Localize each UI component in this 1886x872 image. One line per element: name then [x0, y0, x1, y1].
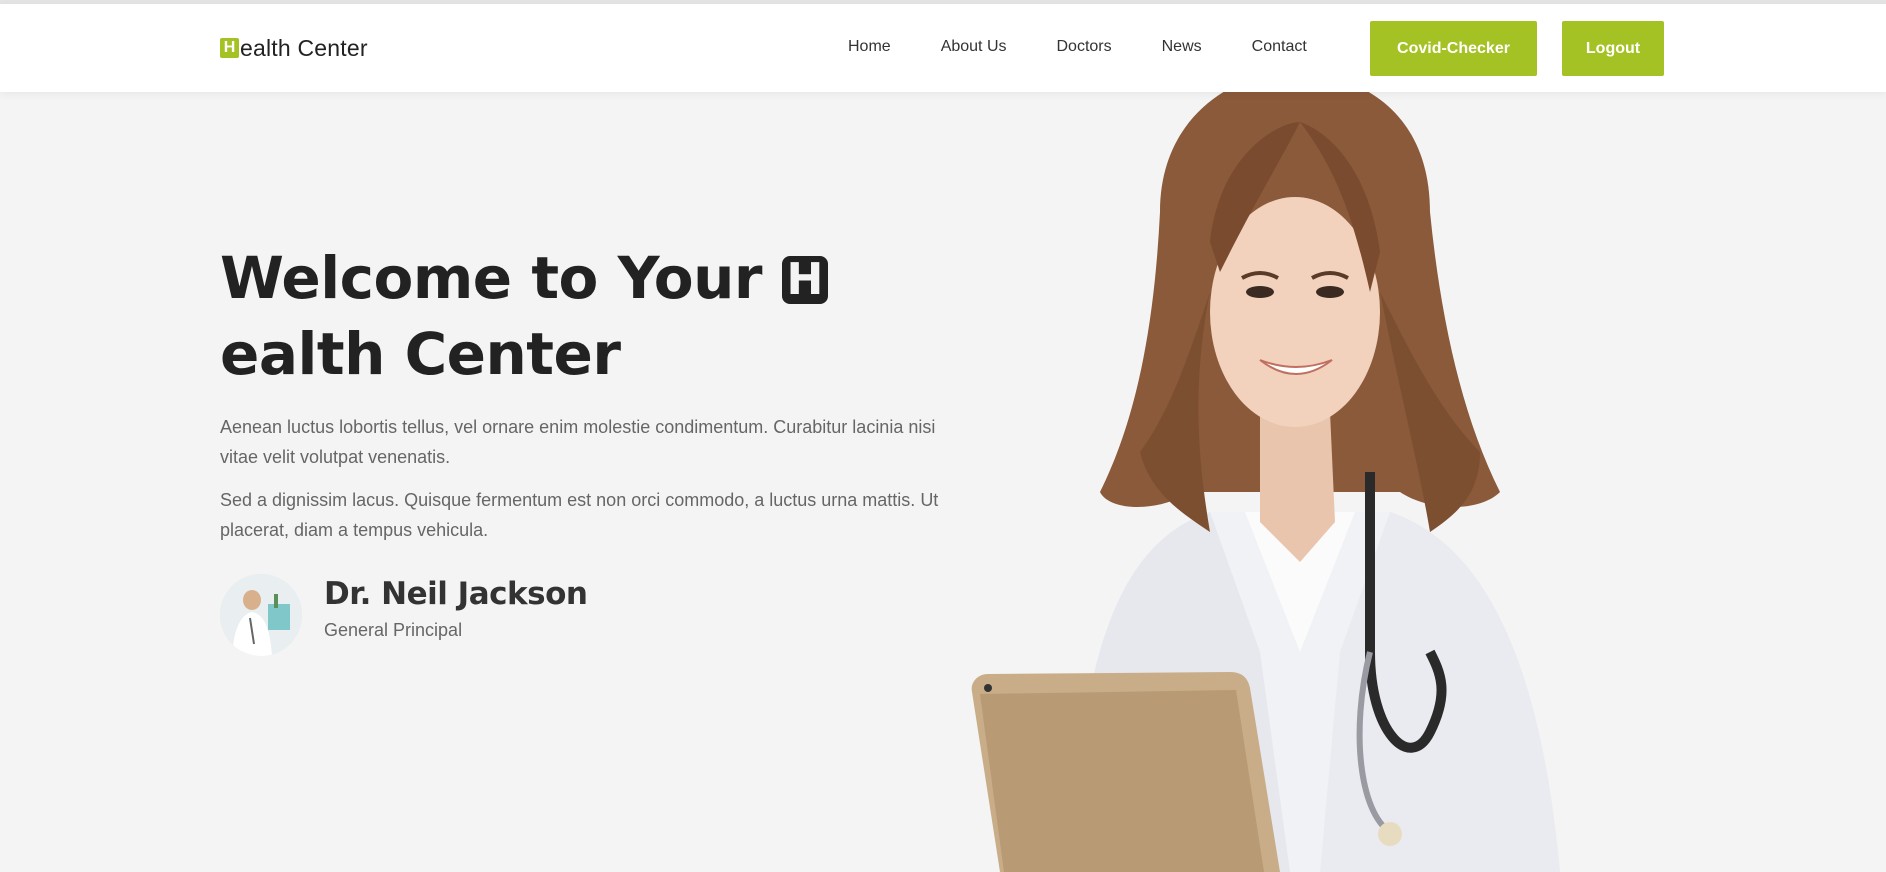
nav-news[interactable]: News: [1162, 38, 1202, 56]
site-header: H ealth Center Home About Us Doctors New…: [0, 4, 1886, 92]
covid-checker-button[interactable]: Covid-Checker: [1370, 21, 1537, 76]
author-role: General Principal: [324, 620, 463, 640]
hero-title-h-badge: H: [781, 256, 828, 304]
author-block: Dr. Neil Jackson General Principal: [220, 574, 588, 656]
author-avatar: [220, 574, 302, 656]
logo-text: ealth Center: [240, 34, 368, 61]
logout-button[interactable]: Logout: [1562, 21, 1664, 76]
hero-paragraph-2: Sed a dignissim lacus. Quisque fermentum…: [220, 490, 939, 540]
doctor-illustration: [971, 92, 1560, 872]
nav-contact[interactable]: Contact: [1252, 38, 1307, 56]
author-avatar-image: [220, 574, 302, 656]
logo-h-badge: H: [220, 38, 239, 58]
author-name: Dr. Neil Jackson: [324, 576, 588, 612]
author-info: Dr. Neil Jackson General Principal: [324, 574, 588, 641]
hero-title-start: Welcome to Your: [220, 244, 782, 312]
nav-home[interactable]: Home: [848, 38, 891, 56]
hero-title: Welcome to Your Health Center: [220, 240, 980, 392]
nav-doctors[interactable]: Doctors: [1057, 38, 1112, 56]
hero-section: Welcome to Your Health Center Aenean luc…: [0, 92, 1886, 872]
hero-title-end: ealth Center: [220, 320, 621, 388]
nav-about-us[interactable]: About Us: [941, 38, 1007, 56]
hero-paragraph-1: Aenean luctus lobortis tellus, vel ornar…: [220, 417, 936, 467]
site-logo[interactable]: H ealth Center: [220, 34, 368, 62]
main-nav: Home About Us Doctors News Contact: [848, 38, 1307, 56]
